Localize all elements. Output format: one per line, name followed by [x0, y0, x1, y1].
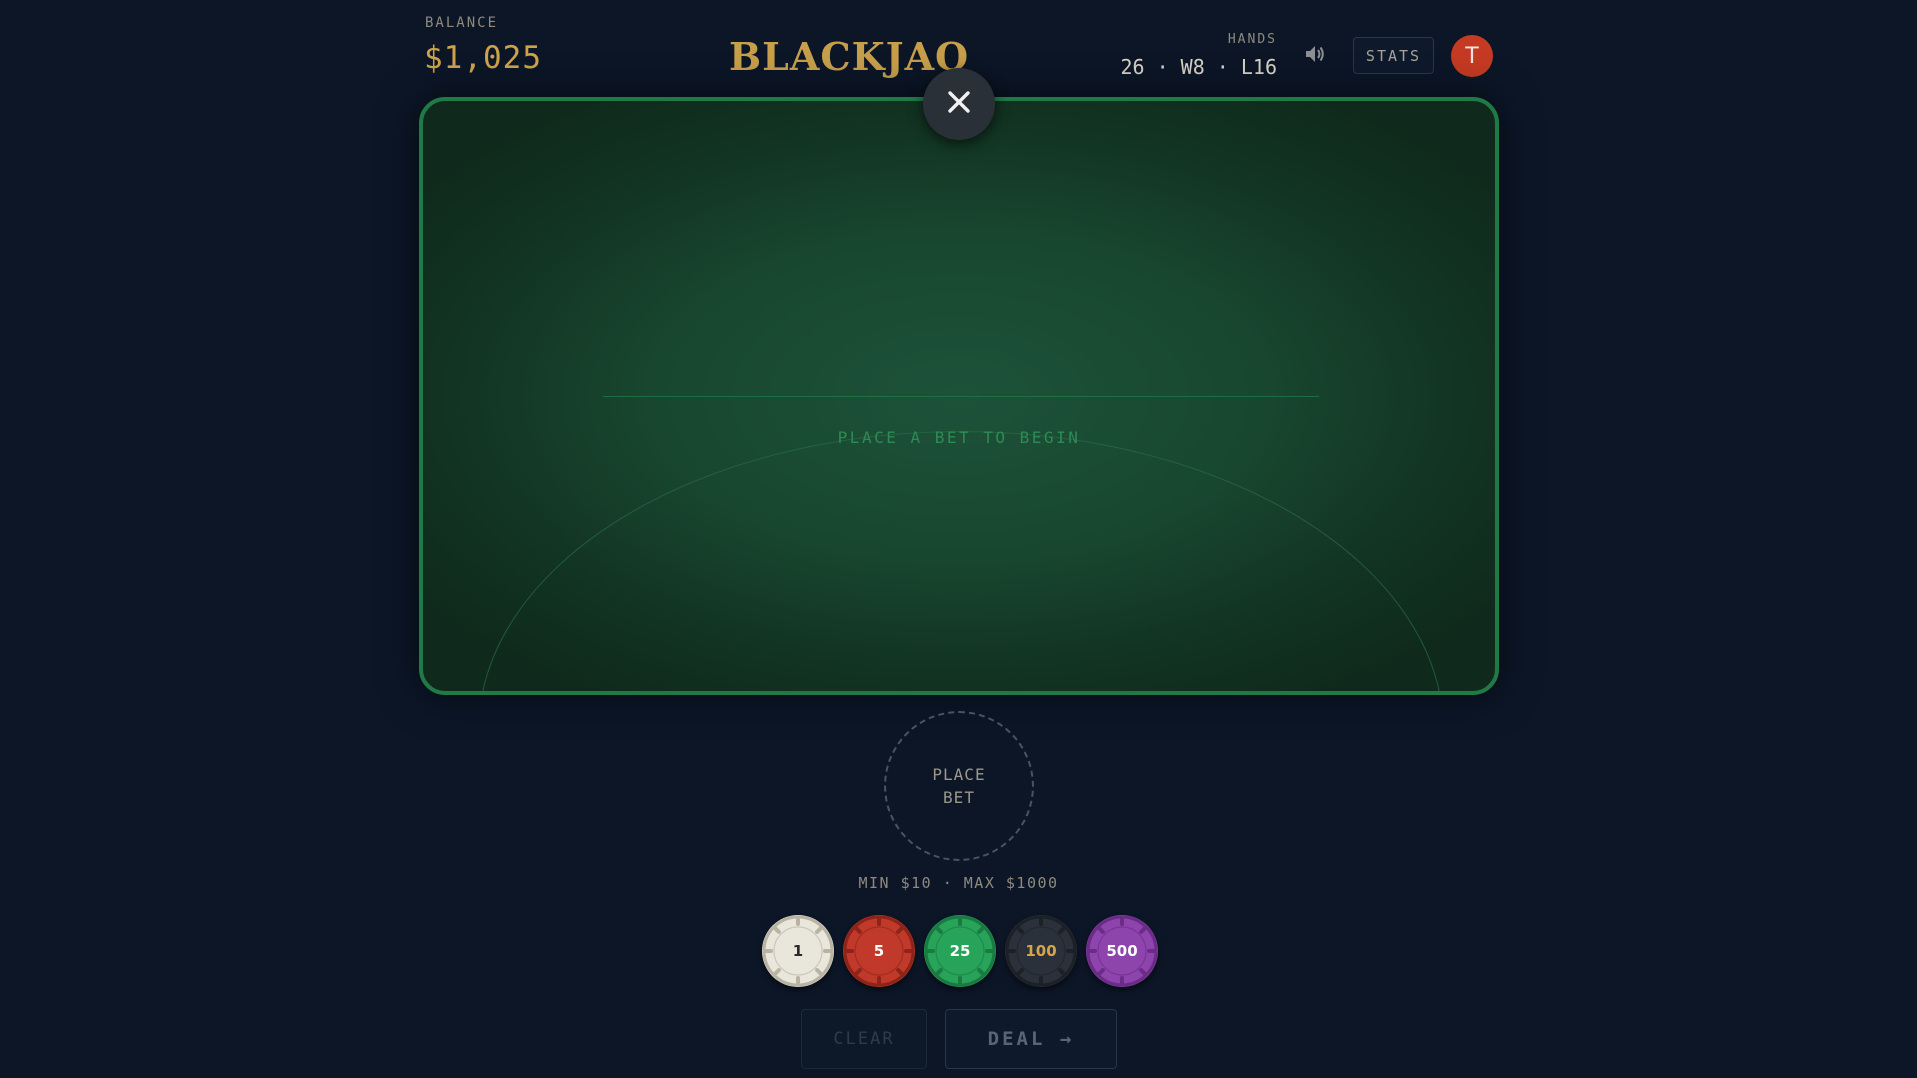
- hands-label: HANDS: [1227, 32, 1277, 47]
- speaker-volume-icon: [1304, 44, 1326, 68]
- sound-toggle-button[interactable]: [1300, 43, 1330, 69]
- balance-value: $1,025: [424, 40, 542, 76]
- bet-spot[interactable]: PLACE BET: [884, 711, 1034, 861]
- bet-spot-label-line1: PLACE: [932, 765, 986, 784]
- chip-value-label: 100: [1025, 942, 1057, 960]
- clear-button[interactable]: CLEAR: [801, 1009, 927, 1069]
- chip-5[interactable]: 5: [843, 915, 915, 987]
- balance-label: BALANCE: [425, 15, 499, 31]
- chip-value-label: 1: [792, 942, 804, 960]
- logo: BLACKJAQ: [729, 34, 970, 79]
- close-icon: [946, 89, 972, 119]
- bet-limits: MIN $10 · MAX $1000: [858, 874, 1059, 892]
- blackjack-screen: BALANCE $1,025 BLACKJAQ HANDS 26 · W8 · …: [0, 0, 1917, 1078]
- chip-value-label: 25: [949, 942, 971, 960]
- chip-100[interactable]: 100: [1005, 915, 1077, 987]
- user-avatar[interactable]: T: [1451, 35, 1493, 77]
- deal-button[interactable]: DEAL →: [945, 1009, 1117, 1069]
- chip-25[interactable]: 25: [924, 915, 996, 987]
- hands-record: 26 · W8 · L16: [1120, 55, 1277, 79]
- close-button[interactable]: [923, 68, 995, 140]
- chip-1[interactable]: 1: [762, 915, 834, 987]
- player-arc: [478, 431, 1444, 691]
- blackjack-table: PLACE A BET TO BEGIN: [419, 97, 1499, 695]
- chip-value-label: 500: [1106, 942, 1138, 960]
- chip-500[interactable]: 500: [1086, 915, 1158, 987]
- table-prompt: PLACE A BET TO BEGIN: [837, 428, 1081, 447]
- chip-value-label: 5: [873, 942, 885, 960]
- dealer-divider-line: [603, 396, 1319, 397]
- bet-spot-label-line2: BET: [943, 788, 975, 807]
- stats-button[interactable]: STATS: [1353, 37, 1434, 74]
